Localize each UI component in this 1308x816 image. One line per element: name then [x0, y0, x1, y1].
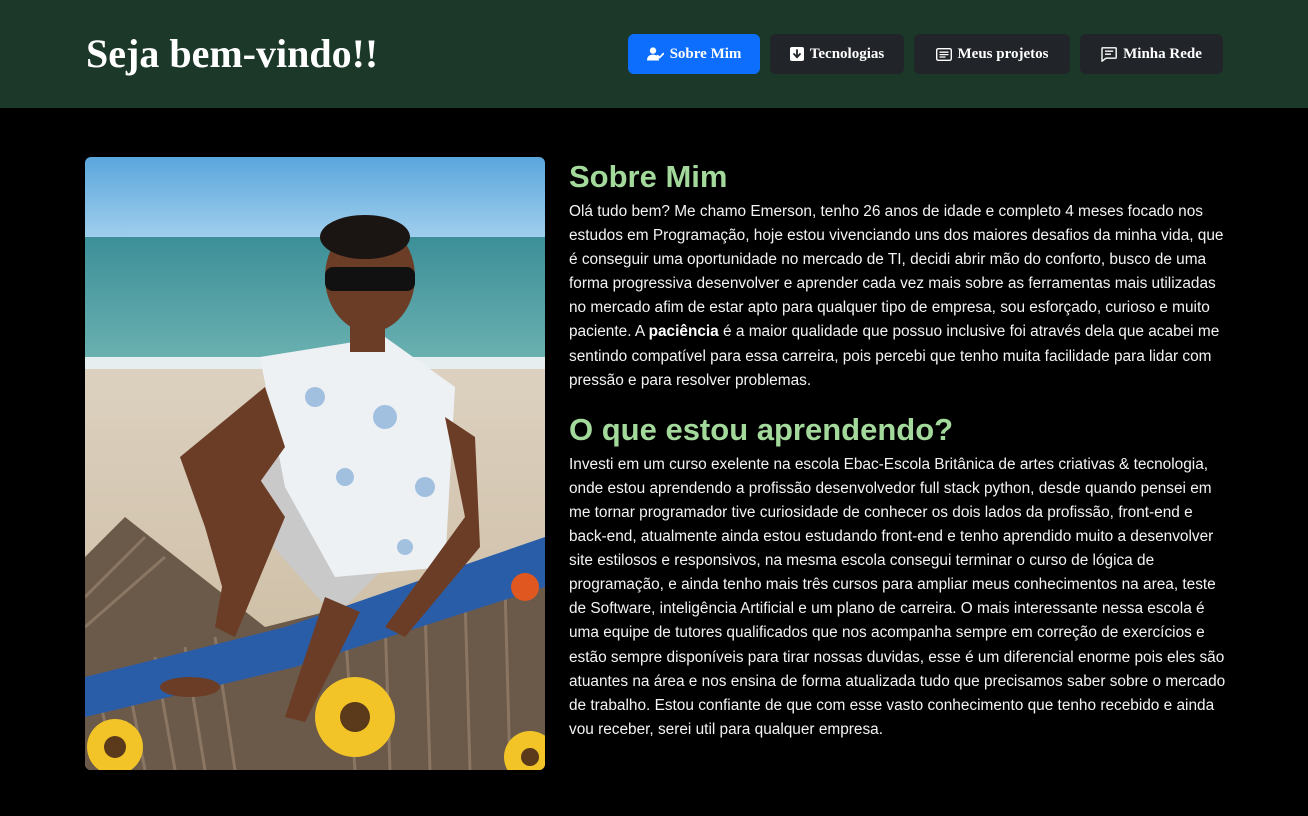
about-section: Sobre Mim Olá tudo bem? Me chamo Emerson… [569, 158, 1229, 742]
site-title: Seja bem-vindo!! [86, 31, 379, 76]
about-paragraph: Olá tudo bem? Me chamo Emerson, tenho 26… [569, 200, 1229, 393]
download-icon [789, 47, 804, 61]
learning-paragraph: Investi em um curso exelente na escola E… [569, 455, 1226, 738]
user-check-icon [646, 47, 664, 61]
nav-label: Minha Rede [1123, 45, 1202, 62]
profile-photo [85, 157, 545, 770]
about-text-start: Olá tudo bem? Me chamo Emerson, tenho 26… [569, 203, 1224, 341]
nav-button-minha-rede[interactable]: Minha Rede [1080, 34, 1223, 74]
nav-label: Sobre Mim [669, 45, 742, 62]
site-header: Seja bem-vindo!! Sobre Mim Tecnologias M… [0, 0, 1308, 108]
main-nav: Sobre Mim Tecnologias Meus projetos Minh… [628, 34, 1223, 74]
nav-button-meus-projetos[interactable]: Meus projetos [914, 34, 1070, 74]
nav-label: Tecnologias [809, 45, 885, 62]
chat-left-text-icon [1101, 46, 1118, 62]
about-text-bold: paciência [648, 323, 719, 341]
nav-button-tecnologias[interactable]: Tecnologias [770, 34, 904, 74]
learning-heading: O que estou aprendendo? [569, 411, 954, 447]
about-heading: Sobre Mim [569, 159, 728, 194]
card-text-icon [935, 47, 952, 61]
nav-label: Meus projetos [957, 45, 1049, 62]
nav-button-sobre-mim[interactable]: Sobre Mim [628, 34, 760, 74]
